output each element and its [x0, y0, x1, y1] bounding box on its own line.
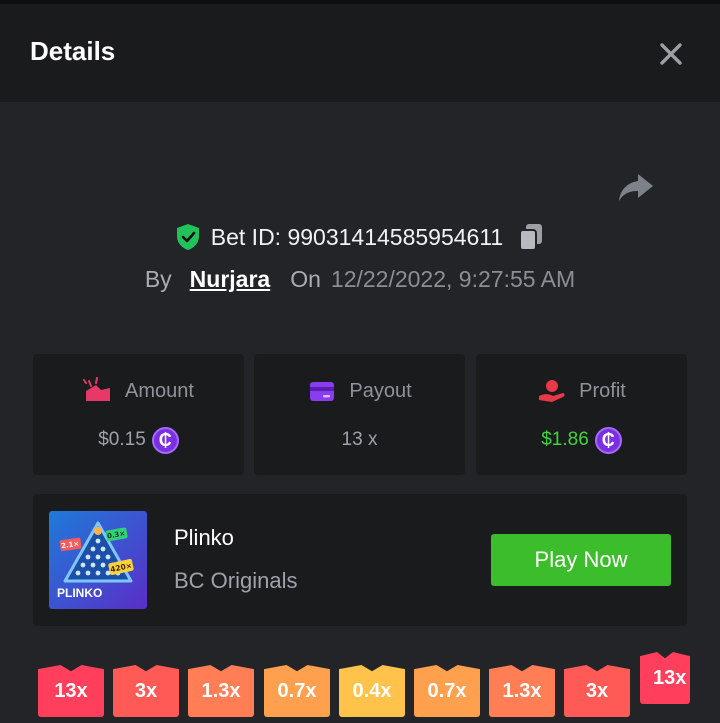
bet-meta-line: By Nurjara On 12/22/2022, 9:27:55 AM — [0, 262, 720, 296]
thumb-title: PLINKO — [57, 586, 102, 600]
profit-value-row: $1.86 ₵ — [476, 424, 687, 456]
verified-shield-icon — [176, 224, 199, 250]
amount-header: Amount — [33, 376, 244, 406]
dialog-header: Details — [0, 4, 720, 102]
multiplier-bucket: 3x — [113, 665, 179, 717]
multiplier-bucket: 0.4x — [339, 665, 405, 717]
close-button[interactable] — [654, 37, 688, 71]
amount-value: $0.15 — [98, 429, 146, 450]
profit-label: Profit — [579, 379, 626, 402]
on-label: On — [290, 265, 321, 292]
by-label: By — [144, 265, 172, 292]
currency-coin-icon: ₵ — [151, 426, 179, 454]
bet-datetime: 12/22/2022, 9:27:55 AM — [330, 265, 576, 292]
multiplier-bucket: 1.3x — [489, 665, 555, 717]
share-button[interactable] — [616, 170, 656, 206]
payout-value: 13 x — [341, 429, 378, 450]
payout-label: Payout — [349, 379, 412, 402]
dialog-title: Details — [30, 36, 116, 66]
payout-header: Payout — [254, 376, 465, 406]
game-provider: BC Originals — [174, 568, 298, 593]
profit-header: Profit — [476, 376, 687, 406]
amount-card: Amount $0.15 ₵ — [33, 354, 244, 475]
copy-icon[interactable] — [517, 222, 545, 252]
multiplier-bucket: 1.3x — [188, 665, 254, 717]
game-card: 2.1× 0.3× 420× PLINKO Plinko BC Original… — [33, 494, 687, 626]
currency-coin-icon: ₵ — [594, 426, 622, 454]
username-link[interactable]: Nurjara — [190, 266, 271, 293]
play-now-button[interactable]: Play Now — [491, 534, 671, 586]
wallet-icon — [310, 382, 335, 401]
payout-value-row: 13 x — [254, 424, 465, 456]
profit-hand-icon — [539, 380, 565, 402]
amount-icon — [83, 377, 111, 401]
profit-card: Profit $1.86 ₵ — [476, 354, 687, 475]
profit-value: $1.86 — [541, 429, 589, 450]
bet-id-line: Bet ID: 99031414585954611 — [0, 220, 720, 254]
multiplier-bucket: 13x — [38, 665, 104, 717]
close-icon — [660, 43, 682, 65]
bet-id: Bet ID: 99031414585954611 — [210, 223, 504, 250]
multiplier-bucket: 0.7x — [264, 665, 330, 717]
game-thumbnail[interactable]: 2.1× 0.3× 420× PLINKO — [49, 511, 147, 609]
payout-card: Payout 13 x — [254, 354, 465, 475]
amount-value-row: $0.15 ₵ — [33, 424, 244, 456]
amount-label: Amount — [125, 379, 194, 402]
share-icon — [619, 174, 653, 201]
multiplier-bucket: 3x — [564, 665, 630, 717]
multiplier-bucket: 0.7x — [414, 665, 480, 717]
game-name: Plinko — [174, 525, 234, 550]
multiplier-bucket: 13x — [640, 652, 690, 704]
